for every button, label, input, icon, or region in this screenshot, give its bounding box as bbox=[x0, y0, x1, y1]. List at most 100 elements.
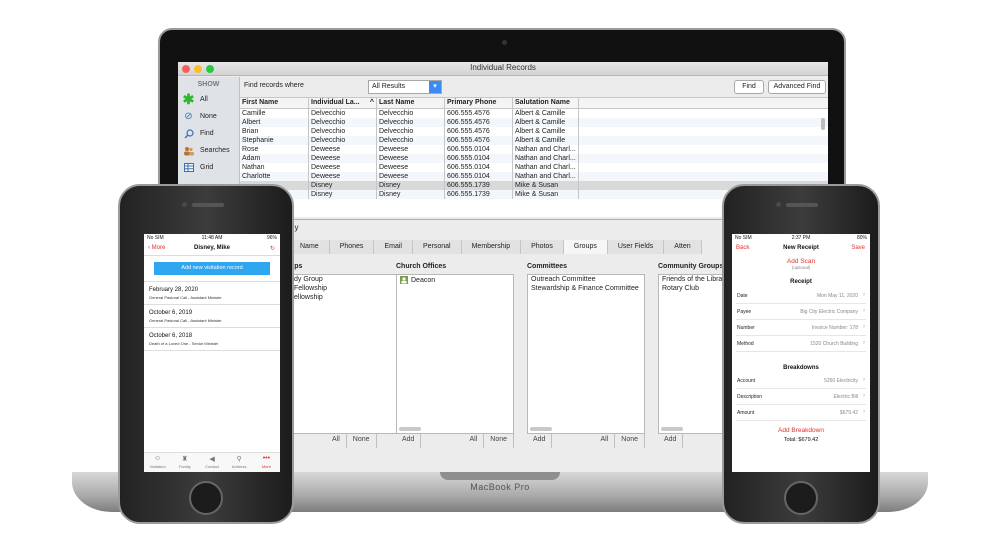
tab-visitation[interactable]: ☺ Visitation bbox=[144, 453, 171, 472]
save-button[interactable]: Save bbox=[851, 245, 865, 251]
list-item[interactable]: February 28, 2020 General Pastoral Call -… bbox=[144, 282, 280, 305]
group-list[interactable]: Deacon bbox=[396, 274, 514, 434]
sidebar-item-searches[interactable]: Searches bbox=[178, 142, 239, 159]
tab-groups[interactable]: Groups bbox=[563, 240, 608, 254]
add-breakdown-button[interactable]: Add Breakdown bbox=[732, 427, 870, 434]
select-all-button[interactable]: All bbox=[463, 434, 485, 448]
home-button[interactable] bbox=[784, 481, 818, 515]
sidebar-item-find[interactable]: Find bbox=[178, 125, 239, 142]
sidebar-item-none[interactable]: ⊘ None bbox=[178, 108, 239, 125]
form-row-account[interactable]: Account 5260 Electricity › bbox=[736, 373, 866, 389]
horizontal-scrollbar[interactable] bbox=[399, 427, 421, 431]
tab-photos[interactable]: Photos bbox=[521, 240, 564, 254]
home-button[interactable] bbox=[189, 481, 223, 515]
sidebar-item-grid[interactable]: Grid bbox=[178, 159, 239, 176]
window-titlebar: Individual Records bbox=[178, 62, 828, 76]
advanced-find-button[interactable]: Advanced Find bbox=[768, 80, 826, 94]
tab-family[interactable]: ♜ Family bbox=[171, 453, 198, 472]
tab-personal[interactable]: Personal bbox=[412, 240, 462, 254]
list-item[interactable]: October 6, 2019 General Pastoral Call - A… bbox=[144, 305, 280, 328]
table-cell: Albert & Camille bbox=[513, 118, 579, 127]
find-button[interactable]: Find bbox=[734, 80, 764, 94]
laptop-notch bbox=[440, 472, 560, 480]
horizontal-scrollbar[interactable] bbox=[661, 427, 683, 431]
sidebar-item-all[interactable]: ✱ All bbox=[178, 91, 239, 108]
select-none-button[interactable]: None bbox=[615, 434, 645, 448]
column-header[interactable]: First Name bbox=[240, 98, 309, 108]
tab-membership[interactable]: Membership bbox=[461, 240, 522, 254]
list-item[interactable]: Outreach Committee bbox=[528, 275, 644, 284]
tab-contact[interactable]: ◀ Contact bbox=[198, 453, 225, 472]
select-all-button[interactable]: All bbox=[326, 434, 347, 448]
form-row-method[interactable]: Method 1520 Church Building › bbox=[736, 336, 866, 352]
people-icon bbox=[183, 145, 194, 156]
list-item[interactable]: Fellowship bbox=[291, 284, 407, 293]
tab-more[interactable]: ••• More bbox=[253, 453, 280, 472]
tab-atten[interactable]: Atten bbox=[664, 240, 702, 254]
table-cell: Rose bbox=[240, 145, 309, 154]
add-button[interactable]: Add bbox=[396, 434, 422, 448]
person-badge-icon bbox=[400, 276, 408, 284]
group-list[interactable]: Outreach Committee Stewardship & Finance… bbox=[527, 274, 645, 434]
group-list[interactable]: dy Group Fellowship ellowship bbox=[290, 274, 408, 434]
breakdown-fields: Account 5260 Electricity › Description Elect… bbox=[732, 373, 870, 421]
table-row[interactable]: Nathan Deweese Deweese 606.555.0104 Nathan a… bbox=[240, 163, 828, 172]
table-cell: Delvecchio bbox=[309, 118, 377, 127]
column-header[interactable]: Individual La... ^ bbox=[309, 98, 377, 108]
list-item[interactable]: Deacon bbox=[397, 275, 513, 285]
chevron-right-icon: › bbox=[863, 377, 865, 383]
table-row[interactable]: Charlotte Deweese Deweese 606.555.0104 Natha… bbox=[240, 172, 828, 181]
table-row[interactable]: Camille Delvecchio Delvecchio 606.555.4576 A… bbox=[240, 109, 828, 118]
list-item[interactable]: dy Group bbox=[291, 275, 407, 284]
form-row-amount[interactable]: Amount $679.42 › bbox=[736, 405, 866, 421]
form-row-number[interactable]: Number Invoice Number: 178 › bbox=[736, 320, 866, 336]
tab-name[interactable]: Name bbox=[290, 240, 330, 254]
column-header[interactable]: Salutation Name bbox=[513, 98, 579, 108]
total-value: $679.42 bbox=[798, 437, 819, 443]
select-all-button[interactable]: All bbox=[594, 434, 616, 448]
add-visitation-button[interactable]: Add new visitation record bbox=[154, 262, 270, 275]
tab-user-fields[interactable]: User Fields bbox=[607, 240, 665, 254]
tab-address[interactable]: ⚲ Address bbox=[226, 453, 253, 472]
add-scan-button[interactable]: Add Scan bbox=[732, 258, 870, 265]
list-item[interactable]: ellowship bbox=[291, 293, 407, 302]
more-icon: ••• bbox=[262, 455, 271, 462]
magnifier-icon bbox=[183, 128, 194, 139]
church-offices-column: Church Offices Deacon Add All None bbox=[396, 263, 514, 448]
form-row-description[interactable]: Description Electric Bill › bbox=[736, 389, 866, 405]
table-cell: 606.555.1739 bbox=[445, 190, 513, 199]
table-cell: Deweese bbox=[377, 163, 445, 172]
table-cell: Albert & Camille bbox=[513, 136, 579, 145]
select-none-button[interactable]: None bbox=[347, 434, 377, 448]
select-none-button[interactable]: None bbox=[484, 434, 514, 448]
add-button[interactable]: Add bbox=[527, 434, 553, 448]
list-item[interactable]: October 6, 2018 Death of a Loved One - Se… bbox=[144, 328, 280, 351]
field-label: Date bbox=[737, 293, 748, 299]
column-header[interactable]: Last Name bbox=[377, 98, 445, 108]
field-value: 5260 Electricity bbox=[824, 378, 858, 384]
table-row[interactable]: Stephanie Delvecchio Delvecchio 606.555.457… bbox=[240, 136, 828, 145]
list-item[interactable]: Stewardship & Finance Committee bbox=[528, 284, 644, 293]
sidebar-item-label: All bbox=[200, 96, 208, 103]
table-row[interactable]: Albert Delvecchio Delvecchio 606.555.4576 Al… bbox=[240, 118, 828, 127]
table-row[interactable]: Adam Deweese Deweese 606.555.0104 Nathan and… bbox=[240, 154, 828, 163]
form-row-date[interactable]: Date Mon May 11, 2020 › bbox=[736, 288, 866, 304]
breakdowns-section-header: Breakdowns bbox=[783, 365, 819, 371]
find-criteria-select[interactable]: All Results ▾ bbox=[368, 80, 442, 94]
scrollbar-thumb[interactable] bbox=[821, 118, 825, 130]
table-cell: 606.555.0104 bbox=[445, 145, 513, 154]
column-header[interactable]: Primary Phone bbox=[445, 98, 513, 108]
tab-phones[interactable]: Phones bbox=[329, 240, 375, 254]
table-row[interactable]: Rose Deweese Deweese 606.555.0104 Nathan and… bbox=[240, 145, 828, 154]
refresh-icon[interactable]: ↻ bbox=[270, 245, 275, 252]
form-row-payee[interactable]: Payee Big City Electric Company › bbox=[736, 304, 866, 320]
field-value: Electric Bill bbox=[833, 394, 858, 400]
visit-description: Death of a Loved One - Senior Minister bbox=[149, 341, 219, 346]
horizontal-scrollbar[interactable] bbox=[530, 427, 552, 431]
add-button[interactable]: Add bbox=[658, 434, 684, 448]
tab-email[interactable]: Email bbox=[374, 240, 413, 254]
table-cell: Disney bbox=[377, 190, 445, 199]
group-column: ups dy Group Fellowship ellowship All No… bbox=[290, 263, 408, 448]
table-row[interactable]: Brian Delvecchio Delvecchio 606.555.4576 Alb… bbox=[240, 127, 828, 136]
right-phone-screen: No SIM 2:37 PM 80% Back New Receipt Save… bbox=[732, 234, 870, 472]
